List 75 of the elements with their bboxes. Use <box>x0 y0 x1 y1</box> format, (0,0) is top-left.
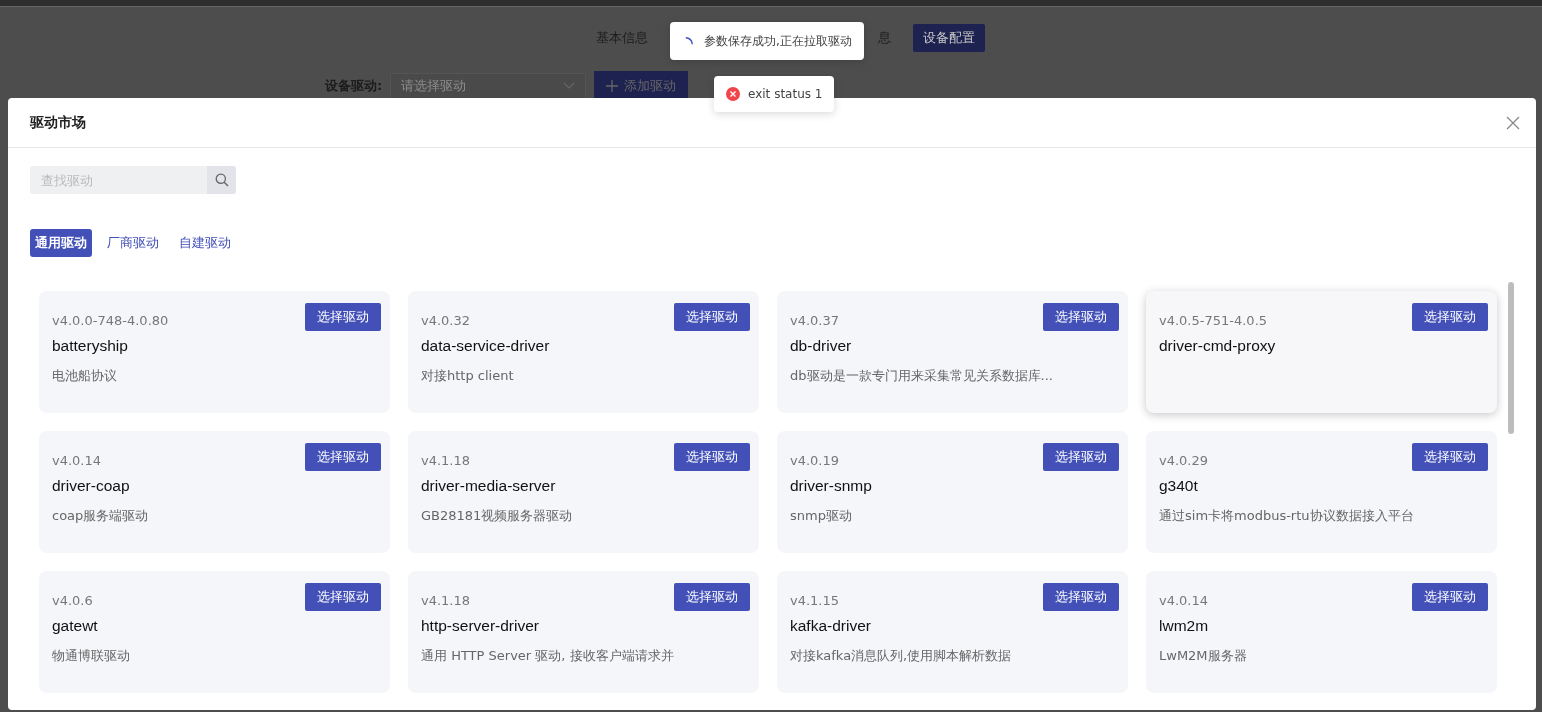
category-tab[interactable]: 通用驱动 <box>30 229 92 257</box>
driver-name: driver-cmd-proxy <box>1159 337 1277 355</box>
page-tab[interactable]: 设备配置 <box>913 24 985 52</box>
driver-description: snmp驱动 <box>790 507 853 525</box>
driver-description: db驱动是一款专门用来采集常见关系数据库... <box>790 367 1054 385</box>
version-text: v4.0.29 <box>1159 453 1209 468</box>
version-text: v4.0.19 <box>790 453 840 468</box>
toast-message: exit status 1 <box>714 76 835 112</box>
driver-description: 对接kafka消息队列,使用脚本解析数据 <box>790 647 1013 665</box>
select-driver-button[interactable]: 选择驱动 <box>1043 303 1119 331</box>
driver-card[interactable]: v4.1.15 选择驱动 kafka-driver 对接kafka消息队列,使用脚本解析数据 <box>777 571 1128 693</box>
driver-card[interactable]: v4.0.14 选择驱动 driver-coap coap服务端驱动 <box>39 431 390 553</box>
version-text: v4.0.0-748-4.0.80 <box>52 313 169 328</box>
driver-description: 物通博联驱动 <box>52 647 131 665</box>
driver-card[interactable]: v4.0.5-751-4.0.5 选择驱动 driver-cmd-proxy <box>1146 291 1497 413</box>
search-button[interactable] <box>207 166 236 194</box>
version-text: v4.0.37 <box>790 313 840 328</box>
driver-name: driver-media-server <box>421 477 557 495</box>
select-driver-button[interactable]: 选择驱动 <box>1412 443 1488 471</box>
select-driver-button[interactable]: 选择驱动 <box>305 303 381 331</box>
driver-card[interactable]: v4.0.37 选择驱动 db-driver db驱动是一款专门用来采集常见关系数据库... <box>777 291 1128 413</box>
select-driver-button[interactable]: 选择驱动 <box>305 443 381 471</box>
select-driver-button[interactable]: 选择驱动 <box>305 583 381 611</box>
version-text: v4.1.18 <box>421 453 471 468</box>
driver-name: db-driver <box>790 337 853 355</box>
driver-card[interactable]: v4.0.29 选择驱动 g340t 通过sim卡将modbus-rtu协议数据接入平台 <box>1146 431 1497 553</box>
driver-name: batteryship <box>52 337 129 355</box>
toast-message: 参数保存成功,正在拉取驱动 <box>670 22 864 60</box>
select-driver-button[interactable]: 选择驱动 <box>1412 303 1488 331</box>
plus-icon <box>606 80 619 92</box>
driver-name: driver-snmp <box>790 477 873 495</box>
search-icon <box>214 173 229 187</box>
driver-description: coap服务端驱动 <box>52 507 150 525</box>
spinner-icon <box>685 37 693 45</box>
category-tab[interactable]: 厂商驱动 <box>102 229 164 257</box>
chevron-down-icon <box>563 82 576 90</box>
version-text: v4.1.18 <box>421 593 471 608</box>
driver-name: http-server-driver <box>421 617 540 635</box>
version-text: v4.0.6 <box>52 593 93 608</box>
select-driver-button[interactable]: 选择驱动 <box>1043 583 1119 611</box>
select-driver-button[interactable]: 选择驱动 <box>674 443 750 471</box>
driver-card[interactable]: v4.0.14 选择驱动 lwm2m LwM2M服务器 <box>1146 571 1497 693</box>
driver-description: 对接http client <box>421 367 515 385</box>
close-button[interactable] <box>1506 115 1520 130</box>
version-text: v4.0.32 <box>421 313 471 328</box>
driver-name: gatewt <box>52 617 99 635</box>
select-driver-button[interactable]: 选择驱动 <box>674 303 750 331</box>
driver-card[interactable]: v4.0.19 选择驱动 driver-snmp snmp驱动 <box>777 431 1128 553</box>
driver-description: 电池船协议 <box>52 367 118 385</box>
driver-name: kafka-driver <box>790 617 872 635</box>
modal-title: 驱动市场 <box>30 113 86 132</box>
driver-card[interactable]: v4.0.0-748-4.0.80 选择驱动 batteryship 电池船协议 <box>39 291 390 413</box>
driver-card[interactable]: v4.0.32 选择驱动 data-service-driver 对接http client <box>408 291 759 413</box>
select-driver-button[interactable]: 选择驱动 <box>674 583 750 611</box>
driver-card[interactable]: v4.0.6 选择驱动 gatewt 物通博联驱动 <box>39 571 390 693</box>
version-text: v4.0.14 <box>1159 593 1209 608</box>
category-tab[interactable]: 自建驱动 <box>174 229 236 257</box>
driver-name: lwm2m <box>1159 617 1210 635</box>
version-text: v4.1.15 <box>790 593 840 608</box>
driver-name: data-service-driver <box>421 337 551 355</box>
select-driver-button[interactable]: 选择驱动 <box>1043 443 1119 471</box>
error-icon <box>726 87 740 101</box>
scrollbar-thumb[interactable] <box>1508 282 1514 434</box>
driver-name: driver-coap <box>52 477 131 495</box>
version-text: v4.0.5-751-4.0.5 <box>1159 313 1268 328</box>
close-icon <box>1506 115 1520 130</box>
driver-description: GB28181视频服务器驱动 <box>421 507 574 525</box>
version-text: v4.0.14 <box>52 453 102 468</box>
driver-card[interactable]: v4.1.18 选择驱动 http-server-driver 通用 HTTP Server 驱动, 接收客户端请求并 <box>408 571 759 693</box>
driver-name: g340t <box>1159 477 1199 495</box>
driver-card[interactable]: v4.1.18 选择驱动 driver-media-server GB28181视频服务器驱动 <box>408 431 759 553</box>
driver-description: 通用 HTTP Server 驱动, 接收客户端请求并 <box>421 647 675 665</box>
select-driver-button[interactable]: 选择驱动 <box>1412 583 1488 611</box>
driver-description: LwM2M服务器 <box>1159 647 1248 665</box>
driver-description: 通过sim卡将modbus-rtu协议数据接入平台 <box>1159 507 1415 525</box>
